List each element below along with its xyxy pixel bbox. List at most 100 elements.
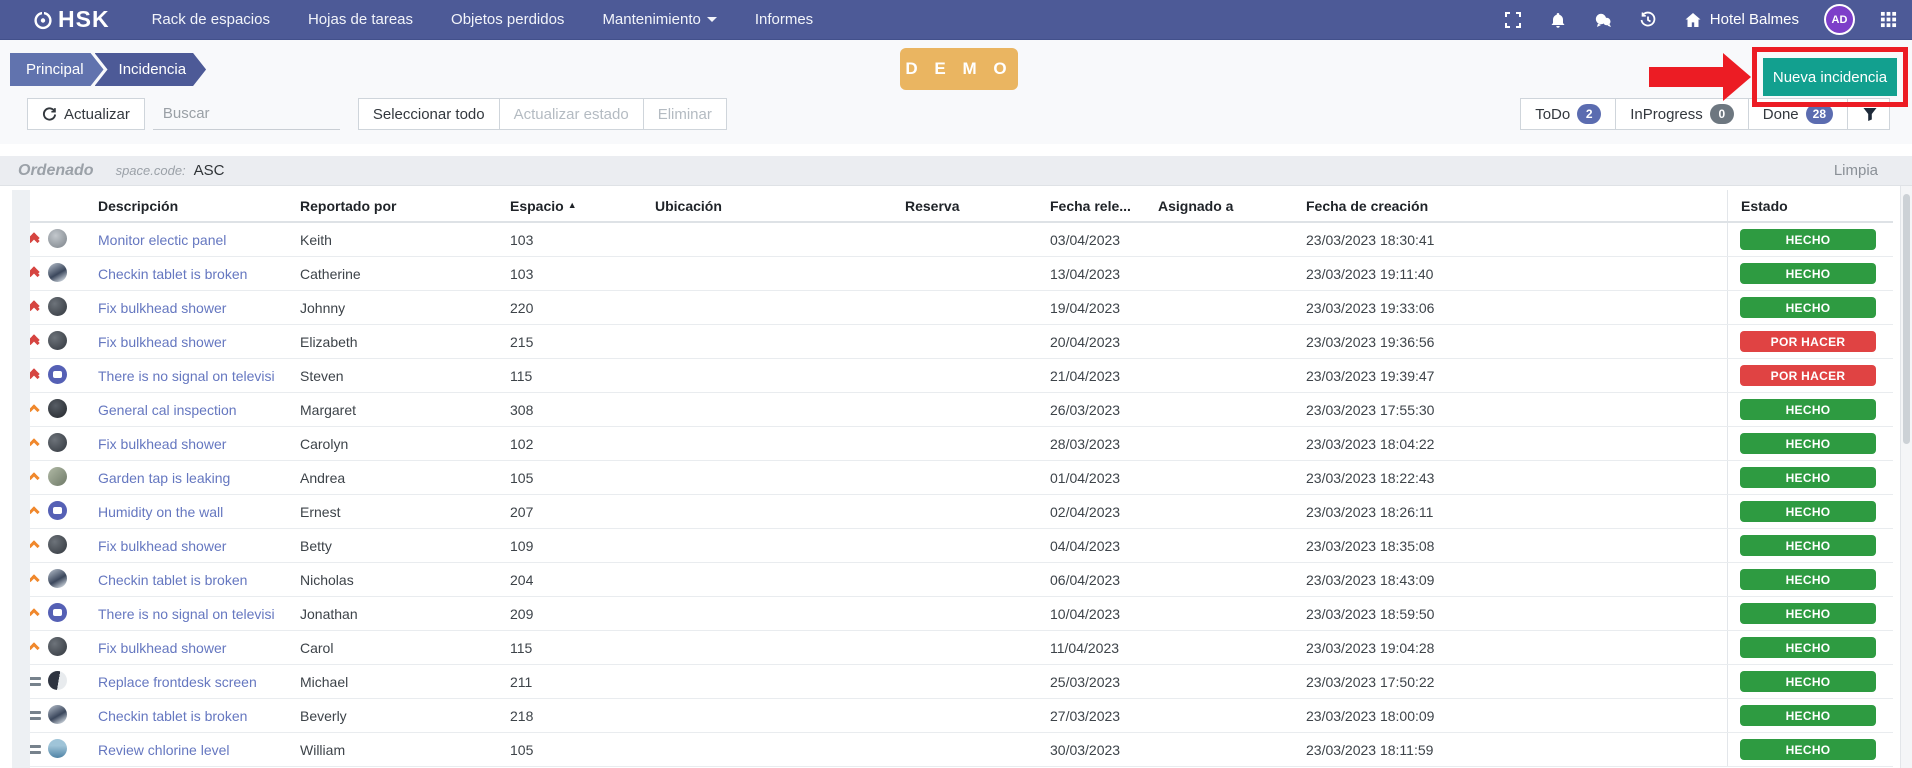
scrollbar-thumb[interactable] bbox=[1903, 194, 1910, 444]
fecha-creacion-cell: 23/03/2023 19:36:56 bbox=[1306, 334, 1727, 350]
status-badge: HECHO bbox=[1740, 297, 1876, 318]
reported-by-cell: Michael bbox=[300, 674, 510, 690]
incident-description-link[interactable]: Checkin tablet is broken bbox=[98, 572, 247, 588]
incident-description-link[interactable]: Fix bulkhead shower bbox=[98, 300, 226, 316]
fecha-relevante-cell: 02/04/2023 bbox=[1050, 504, 1158, 520]
table-row[interactable]: Fix bulkhead shower Elizabeth 215 20/04/… bbox=[12, 325, 1893, 359]
search-input[interactable] bbox=[163, 105, 362, 122]
status-badge: HECHO bbox=[1740, 433, 1876, 454]
table-left-gutter bbox=[12, 190, 30, 768]
table-row[interactable]: Fix bulkhead shower Carol 115 11/04/2023… bbox=[12, 631, 1893, 665]
breadcrumb-principal[interactable]: Principal bbox=[10, 53, 104, 86]
table-row[interactable]: Monitor electic panel Keith 103 03/04/20… bbox=[12, 223, 1893, 257]
table-row[interactable]: Fix bulkhead shower Betty 109 04/04/2023… bbox=[12, 529, 1893, 563]
incident-description-link[interactable]: Humidity on the wall bbox=[98, 504, 223, 520]
funnel-icon bbox=[1862, 106, 1878, 122]
nav-item-mantenimiento[interactable]: Mantenimiento bbox=[602, 11, 716, 28]
fecha-relevante-cell: 10/04/2023 bbox=[1050, 606, 1158, 622]
breadcrumb-incidencia[interactable]: Incidencia bbox=[95, 53, 207, 86]
nav-item-hojas-de-tareas[interactable]: Hojas de tareas bbox=[308, 11, 413, 28]
fecha-creacion-cell: 23/03/2023 17:55:30 bbox=[1306, 402, 1727, 418]
nav-item-rack-de-espacios[interactable]: Rack de espacios bbox=[152, 11, 270, 28]
status-badge: HECHO bbox=[1740, 263, 1876, 284]
table-row[interactable]: Checkin tablet is broken Nicholas 204 06… bbox=[12, 563, 1893, 597]
col-header-fecha-creacion[interactable]: Fecha de creación bbox=[1306, 198, 1727, 214]
table-row[interactable]: There is no signal on televisi Jonathan … bbox=[12, 597, 1893, 631]
delete-button[interactable]: Eliminar bbox=[643, 98, 727, 130]
main-menu: Rack de espacios Hojas de tareas Objetos… bbox=[152, 11, 814, 28]
table-row[interactable]: There is no signal on televisi Steven 11… bbox=[12, 359, 1893, 393]
history-icon[interactable] bbox=[1639, 11, 1657, 29]
incident-description-link[interactable]: Monitor electic panel bbox=[98, 232, 226, 248]
table-row[interactable]: Fix bulkhead shower Johnny 220 19/04/202… bbox=[12, 291, 1893, 325]
status-badge: HECHO bbox=[1740, 399, 1876, 420]
col-header-espacio[interactable]: Espacio▲ bbox=[510, 198, 655, 214]
incident-description-link[interactable]: Garden tap is leaking bbox=[98, 470, 230, 486]
chat-icon[interactable] bbox=[1594, 11, 1612, 29]
space-cell: 103 bbox=[510, 232, 655, 248]
space-cell: 215 bbox=[510, 334, 655, 350]
tv-photo-icon bbox=[48, 365, 67, 384]
filter-todo-button[interactable]: ToDo 2 bbox=[1520, 98, 1616, 130]
col-header-reportado-por[interactable]: Reportado por bbox=[300, 198, 510, 214]
nav-item-objetos-perdidos[interactable]: Objetos perdidos bbox=[451, 11, 564, 28]
update-status-button[interactable]: Actualizar estado bbox=[499, 98, 644, 130]
table-row[interactable]: Humidity on the wall Ernest 207 02/04/20… bbox=[12, 495, 1893, 529]
filter-inprogress-button[interactable]: InProgress 0 bbox=[1615, 98, 1749, 130]
user-avatar[interactable]: AD bbox=[1826, 6, 1853, 33]
tv-photo-icon bbox=[48, 603, 67, 622]
fecha-relevante-cell: 11/04/2023 bbox=[1050, 640, 1158, 656]
table-header-row: Descripción Reportado por Espacio▲ Ubica… bbox=[12, 190, 1893, 223]
incident-description-link[interactable]: Checkin tablet is broken bbox=[98, 266, 247, 282]
nav-item-informes[interactable]: Informes bbox=[755, 11, 813, 28]
fecha-creacion-cell: 23/03/2023 18:00:09 bbox=[1306, 708, 1727, 724]
toolbar: Actualizar Seleccionar todo Actualizar e… bbox=[0, 98, 1912, 144]
col-header-fecha-relevante[interactable]: Fecha rele... bbox=[1050, 198, 1158, 214]
space-cell: 220 bbox=[510, 300, 655, 316]
select-all-button[interactable]: Seleccionar todo bbox=[358, 98, 500, 130]
table-row[interactable]: Review chlorine level William 105 30/03/… bbox=[12, 733, 1893, 767]
col-header-asignado-a[interactable]: Asignado a bbox=[1158, 198, 1306, 214]
apps-grid-icon[interactable] bbox=[1880, 11, 1898, 29]
col-header-ubicacion[interactable]: Ubicación bbox=[655, 198, 905, 214]
table-row[interactable]: Fix bulkhead shower Carolyn 102 28/03/20… bbox=[12, 427, 1893, 461]
incident-description-link[interactable]: General cal inspection bbox=[98, 402, 237, 418]
incident-description-link[interactable]: Fix bulkhead shower bbox=[98, 334, 226, 350]
fecha-creacion-cell: 23/03/2023 18:11:59 bbox=[1306, 742, 1727, 758]
incident-description-link[interactable]: Replace frontdesk screen bbox=[98, 674, 257, 690]
space-cell: 109 bbox=[510, 538, 655, 554]
incident-description-link[interactable]: Fix bulkhead shower bbox=[98, 436, 226, 452]
incident-description-link[interactable]: There is no signal on televisi bbox=[98, 606, 275, 622]
table-row[interactable]: General cal inspection Margaret 308 26/0… bbox=[12, 393, 1893, 427]
fullscreen-icon[interactable] bbox=[1504, 11, 1522, 29]
incident-description-link[interactable]: Fix bulkhead shower bbox=[98, 538, 226, 554]
table-row[interactable]: Checkin tablet is broken Catherine 103 1… bbox=[12, 257, 1893, 291]
hotel-selector[interactable]: Hotel Balmes bbox=[1684, 11, 1799, 29]
fecha-creacion-cell: 23/03/2023 19:33:06 bbox=[1306, 300, 1727, 316]
clear-sort-link[interactable]: Limpia bbox=[1834, 162, 1878, 179]
col-header-reserva[interactable]: Reserva bbox=[905, 198, 1050, 214]
bell-icon[interactable] bbox=[1549, 11, 1567, 29]
space-cell: 204 bbox=[510, 572, 655, 588]
col-header-descripcion[interactable]: Descripción bbox=[88, 198, 300, 214]
refresh-button[interactable]: Actualizar bbox=[27, 98, 145, 130]
incident-description-link[interactable]: There is no signal on televisi bbox=[98, 368, 275, 384]
table-row[interactable]: Garden tap is leaking Andrea 105 01/04/2… bbox=[12, 461, 1893, 495]
table-row[interactable]: Checkin tablet is broken Beverly 218 27/… bbox=[12, 699, 1893, 733]
shower-photo-icon bbox=[48, 297, 67, 316]
col-header-estado[interactable]: Estado bbox=[1727, 190, 1893, 221]
table-row[interactable]: Replace frontdesk screen Michael 211 25/… bbox=[12, 665, 1893, 699]
status-badge: HECHO bbox=[1740, 569, 1876, 590]
vertical-scrollbar[interactable] bbox=[1900, 186, 1912, 768]
new-incident-button[interactable]: Nueva incidencia bbox=[1763, 58, 1897, 96]
hsk-logo[interactable]: HSK bbox=[34, 6, 110, 33]
chevron-down-icon bbox=[707, 17, 717, 22]
space-cell: 207 bbox=[510, 504, 655, 520]
incident-description-link[interactable]: Review chlorine level bbox=[98, 742, 230, 758]
incident-description-link[interactable]: Checkin tablet is broken bbox=[98, 708, 247, 724]
space-cell: 211 bbox=[510, 674, 655, 690]
space-cell: 115 bbox=[510, 368, 655, 384]
incident-description-link[interactable]: Fix bulkhead shower bbox=[98, 640, 226, 656]
refresh-icon bbox=[42, 107, 57, 122]
sort-direction: ASC bbox=[194, 162, 225, 179]
